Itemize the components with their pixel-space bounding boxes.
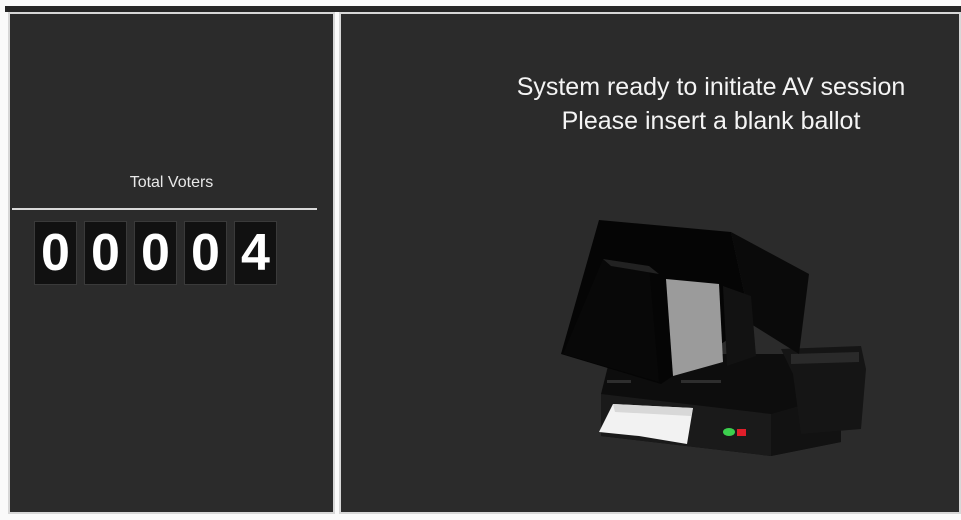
hood-inner-panel — [666, 279, 723, 376]
voter-count-panel: Total Voters 0 0 0 0 4 — [8, 12, 335, 514]
green-status-light — [723, 428, 735, 436]
total-voters-label: Total Voters — [129, 174, 214, 191]
counter-digit: 0 — [34, 221, 77, 285]
voting-terminal-screen: Total Voters 0 0 0 0 4 System ready to i… — [0, 0, 961, 520]
status-panel: System ready to initiate AV session Plea… — [339, 12, 961, 514]
status-line-1: System ready to initiate AV session — [516, 73, 906, 101]
counter-digit: 0 — [184, 221, 227, 285]
red-status-light — [737, 429, 746, 436]
status-message: System ready to initiate AV session Plea… — [461, 70, 961, 138]
counter-divider — [12, 208, 317, 210]
ballot-scanner-machine-icon — [561, 220, 866, 456]
counter-digit: 0 — [134, 221, 177, 285]
counter-digit: 4 — [234, 221, 277, 285]
counter-digit: 0 — [84, 221, 127, 285]
status-line-2: Please insert a blank ballot — [561, 107, 861, 135]
voter-counter: 0 0 0 0 4 — [34, 221, 277, 285]
